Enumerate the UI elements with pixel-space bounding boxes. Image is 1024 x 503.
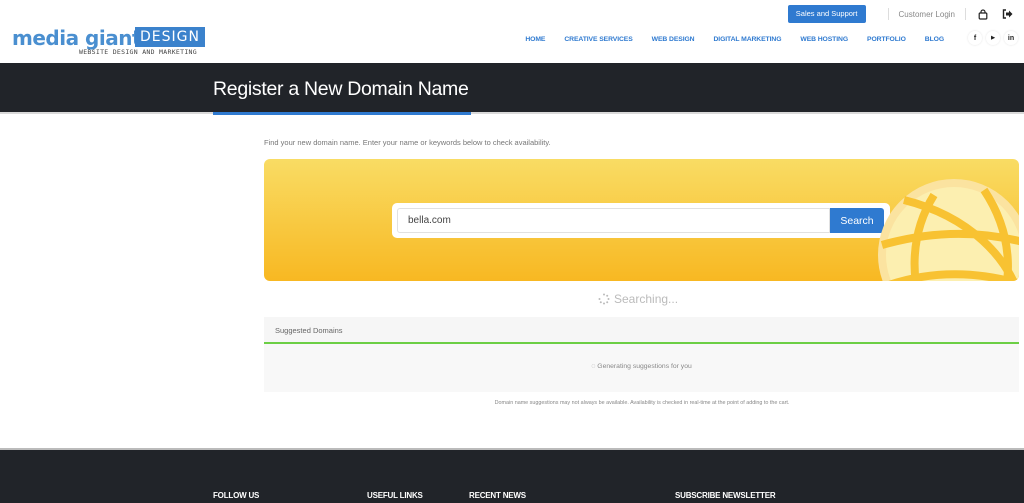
divider — [887, 8, 889, 20]
social-links: f ▶ in — [968, 31, 1018, 45]
footer-heading-follow-us: FOLLOW US — [213, 491, 260, 500]
domain-search-input[interactable] — [397, 208, 830, 233]
facebook-icon[interactable]: f — [968, 31, 982, 45]
spinner-icon — [598, 293, 610, 305]
title-underline — [213, 112, 471, 115]
nav-home[interactable]: HOME — [525, 36, 545, 43]
linkedin-icon[interactable]: in — [1004, 31, 1018, 45]
suggested-domains-panel: Suggested Domains ◌ Generating suggestio… — [264, 317, 1019, 392]
sales-support-button[interactable]: Sales and Support — [787, 5, 866, 23]
search-box: Search — [392, 203, 890, 238]
logo[interactable]: media giant DESIGN WEBSITE DESIGN AND MA… — [12, 26, 205, 60]
searching-status: Searching... — [598, 292, 678, 306]
nav-blog[interactable]: BLOG — [925, 36, 944, 43]
page-title: Register a New Domain Name — [213, 78, 469, 100]
footer-heading-useful-links: USEFUL LINKS — [367, 491, 423, 500]
page-title-band: Register a New Domain Name — [0, 63, 1024, 115]
logo-tagline: WEBSITE DESIGN AND MARKETING — [79, 48, 197, 56]
footer-heading-subscribe: SUBSCRIBE NEWSLETTER — [675, 491, 776, 500]
nav-digital-marketing[interactable]: DIGITAL MARKETING — [713, 36, 781, 43]
domain-search-hero: Search — [264, 159, 1019, 281]
generating-suggestions: ◌ Generating suggestions for you — [264, 363, 1019, 370]
suggestions-disclaimer: Domain name suggestions may not always b… — [494, 400, 790, 406]
sign-out-icon[interactable] — [1000, 7, 1014, 21]
intro-text: Find your new domain name. Enter your na… — [264, 138, 551, 147]
site-footer: FOLLOW US USEFUL LINKS RECENT NEWS SUBSC… — [0, 448, 1024, 503]
site-header: media giant DESIGN WEBSITE DESIGN AND MA… — [0, 0, 1024, 63]
top-bar: Sales and Support Customer Login — [787, 4, 1024, 24]
logo-badge: DESIGN — [135, 27, 205, 47]
nav-web-hosting[interactable]: WEB HOSTING — [800, 36, 848, 43]
shopping-bag-icon[interactable] — [976, 7, 990, 21]
globe-icon — [878, 179, 1019, 281]
searching-text: Searching... — [614, 292, 679, 306]
logo-wordmark: media giant — [12, 26, 142, 50]
divider — [965, 8, 966, 20]
customer-login-link[interactable]: Customer Login — [899, 10, 955, 19]
suggested-domains-heading: Suggested Domains — [264, 317, 1019, 344]
youtube-icon[interactable]: ▶ — [986, 31, 1000, 45]
nav-creative-services[interactable]: CREATIVE SERVICES — [564, 36, 632, 43]
nav-portfolio[interactable]: PORTFOLIO — [867, 36, 906, 43]
spinner-icon: ◌ — [591, 363, 596, 370]
footer-heading-recent-news: RECENT NEWS — [469, 491, 526, 500]
generating-text: Generating suggestions for you — [597, 363, 692, 370]
main-nav: HOME CREATIVE SERVICES WEB DESIGN DIGITA… — [506, 36, 944, 43]
nav-web-design[interactable]: WEB DESIGN — [652, 36, 695, 43]
